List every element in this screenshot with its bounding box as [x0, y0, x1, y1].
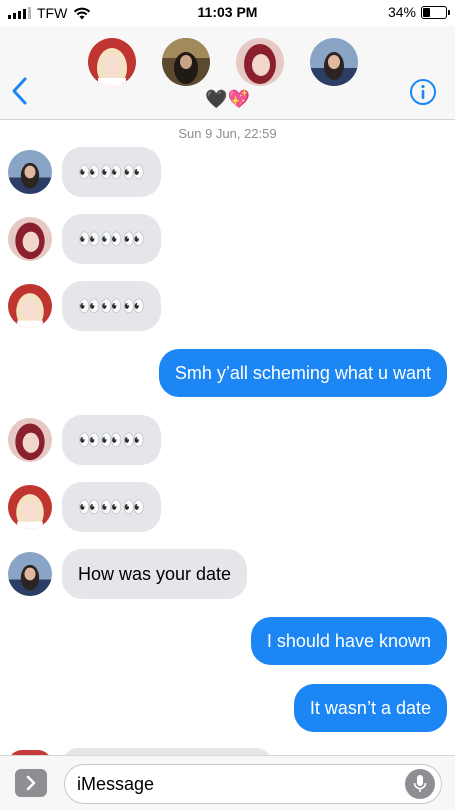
message-text: 👀👀👀	[78, 161, 146, 182]
status-bar: TFW 11:03 PM 34%	[0, 0, 455, 26]
message-text: How was your date	[78, 563, 232, 584]
battery-icon	[421, 5, 450, 19]
microphone-icon[interactable]	[405, 769, 435, 799]
info-icon[interactable]	[409, 78, 437, 106]
avatar[interactable]	[8, 284, 52, 328]
message-bubble-incoming[interactable]: 👀👀👀	[62, 482, 162, 532]
message-text: Smh y’all scheming what u want	[174, 362, 431, 383]
avatar[interactable]	[8, 217, 52, 261]
group-avatar-dark	[162, 38, 210, 86]
message-bubble-incoming[interactable]: 👀👀👀	[62, 281, 162, 331]
avatar[interactable]	[8, 552, 52, 596]
message-bubble-incoming[interactable]: How was your date	[62, 549, 248, 599]
chevron-left-icon[interactable]	[10, 76, 30, 106]
message-text: 👀👀👀	[78, 496, 146, 517]
message-bubble-incoming[interactable]: 👀👀👀	[62, 147, 162, 197]
battery-percent: 34%	[387, 4, 416, 20]
battery-fill	[423, 7, 430, 17]
message-bubble-outgoing[interactable]: It wasn’t a date	[293, 684, 447, 732]
message-text: 👀👀👀	[78, 228, 146, 249]
chevron-right-icon[interactable]	[15, 769, 47, 797]
group-avatar-blue	[310, 38, 358, 86]
compose-bar: iMessage	[0, 755, 455, 810]
group-avatars[interactable]	[88, 38, 368, 88]
message-bubble-incoming[interactable]: 👀👀👀	[62, 214, 162, 264]
message-text: 👀👀👀	[78, 429, 146, 450]
clock: 11:03 PM	[197, 4, 258, 20]
avatar[interactable]	[8, 418, 52, 462]
group-avatar-red	[236, 38, 284, 86]
message-input-placeholder: iMessage	[77, 773, 155, 794]
message-text: 👀👀👀	[78, 295, 146, 316]
message-bubble-incoming[interactable]: 👀👀👀	[62, 415, 162, 465]
conversation-timestamp: Sun 9 Jun, 22:59	[178, 126, 277, 141]
message-bubble-outgoing[interactable]: I should have known	[250, 617, 447, 665]
avatar[interactable]	[8, 485, 52, 529]
avatar[interactable]	[8, 150, 52, 194]
message-text: It wasn’t a date	[309, 697, 431, 718]
message-text: I should have known	[266, 630, 431, 651]
message-bubble-outgoing[interactable]: Smh y’all scheming what u want	[158, 349, 447, 397]
group-name-emoji: 🖤💖	[205, 89, 250, 109]
conversation-header: 🖤💖	[0, 26, 455, 120]
group-avatar-blonde	[88, 38, 136, 86]
status-right: 34%	[387, 4, 450, 20]
message-input[interactable]: iMessage	[64, 764, 442, 804]
